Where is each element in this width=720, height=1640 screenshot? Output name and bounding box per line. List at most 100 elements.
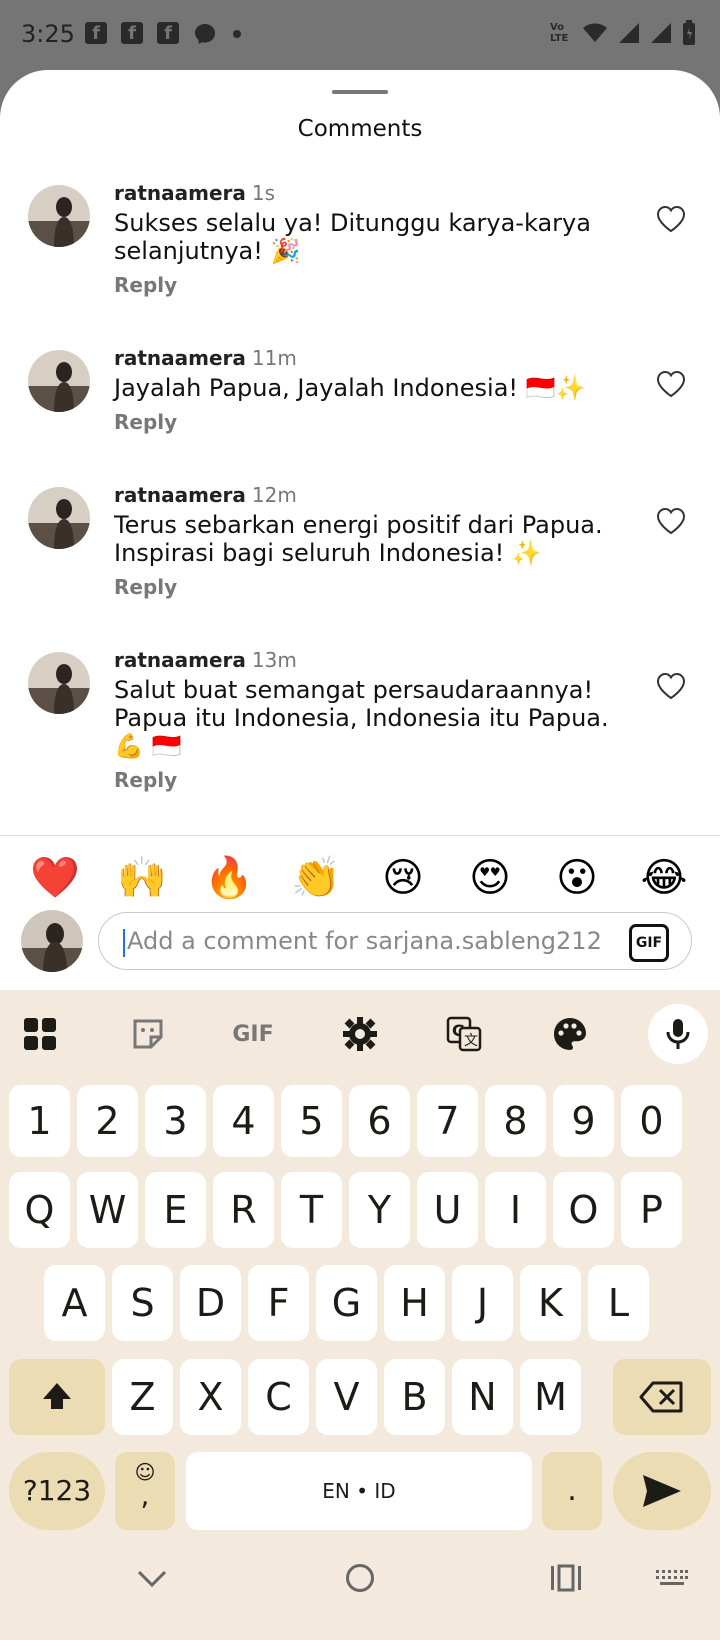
drag-handle[interactable]: [332, 90, 388, 94]
emoji-surprised[interactable]: 😮: [549, 854, 605, 902]
key-c[interactable]: C: [248, 1359, 309, 1435]
avatar[interactable]: [28, 350, 90, 412]
divider: [0, 835, 720, 836]
heart-icon[interactable]: [656, 672, 686, 700]
home-icon[interactable]: [344, 1562, 376, 1594]
send-icon: [643, 1475, 681, 1507]
space-key[interactable]: EN • ID: [186, 1452, 532, 1530]
battery-icon: [683, 20, 695, 45]
reply-button[interactable]: Reply: [114, 575, 177, 599]
comment-username[interactable]: ratnaamera 13m: [114, 648, 297, 672]
key-z[interactable]: Z: [112, 1359, 173, 1435]
key-6[interactable]: 6: [349, 1085, 410, 1157]
backspace-key[interactable]: [613, 1359, 711, 1435]
reply-button[interactable]: Reply: [114, 768, 177, 792]
key-p[interactable]: P: [621, 1172, 682, 1248]
comment-username[interactable]: ratnaamera 12m: [114, 483, 297, 507]
volte-label: Vo LTE: [550, 22, 569, 44]
key-s[interactable]: S: [112, 1265, 173, 1341]
key-o[interactable]: O: [553, 1172, 614, 1248]
key-1[interactable]: 1: [9, 1085, 70, 1157]
status-time: 3:25: [21, 20, 75, 48]
gif-button[interactable]: GIF: [629, 924, 669, 962]
heart-icon[interactable]: [656, 370, 686, 398]
key-a[interactable]: A: [44, 1265, 105, 1341]
signal-icon: [619, 23, 639, 43]
symbols-key[interactable]: ?123: [9, 1452, 105, 1530]
avatar[interactable]: [28, 487, 90, 549]
key-x[interactable]: X: [180, 1359, 241, 1435]
reply-button[interactable]: Reply: [114, 273, 177, 297]
key-b[interactable]: B: [384, 1359, 445, 1435]
key-r[interactable]: R: [213, 1172, 274, 1248]
key-e[interactable]: E: [145, 1172, 206, 1248]
recents-icon[interactable]: [550, 1564, 582, 1592]
key-u[interactable]: U: [417, 1172, 478, 1248]
key-3[interactable]: 3: [145, 1085, 206, 1157]
backspace-icon: [639, 1381, 683, 1413]
key-y[interactable]: Y: [349, 1172, 410, 1248]
comment-username[interactable]: ratnaamera 11m: [114, 346, 297, 370]
heart-icon[interactable]: [656, 507, 686, 535]
apps-grid-button[interactable]: [14, 1008, 66, 1060]
emoji-heart[interactable]: ❤️: [27, 854, 83, 902]
key-g[interactable]: G: [316, 1265, 377, 1341]
facebook-icon: f: [121, 22, 143, 44]
emoji-laughing[interactable]: 😂: [636, 854, 692, 902]
voice-input-button[interactable]: [648, 1004, 708, 1064]
key-q[interactable]: Q: [9, 1172, 70, 1248]
heart-icon[interactable]: [656, 205, 686, 233]
emoji-heart-eyes[interactable]: 😍: [462, 854, 518, 902]
key-m[interactable]: M: [520, 1359, 581, 1435]
translate-icon: G文: [446, 1016, 482, 1052]
comment-username[interactable]: ratnaamera 1s: [114, 181, 275, 205]
key-w[interactable]: W: [77, 1172, 138, 1248]
key-j[interactable]: J: [452, 1265, 513, 1341]
shift-key[interactable]: [9, 1359, 105, 1435]
microphone-icon: [666, 1019, 690, 1049]
text-cursor: [123, 929, 125, 957]
key-2[interactable]: 2: [77, 1085, 138, 1157]
emoji-fire[interactable]: 🔥: [201, 854, 257, 902]
key-8[interactable]: 8: [485, 1085, 546, 1157]
palette-icon: [554, 1018, 586, 1050]
avatar[interactable]: [28, 185, 90, 247]
comment-text: Jayalah Papua, Jayalah Indonesia! 🇮🇩✨: [114, 374, 586, 402]
comment-text: Sukses selalu ya! Ditunggu karya-karya s…: [114, 209, 591, 265]
theme-button[interactable]: [544, 1008, 596, 1060]
comment-text: Terus sebarkan energi positif dari Papua…: [114, 511, 603, 567]
send-key[interactable]: [613, 1452, 711, 1530]
key-5[interactable]: 5: [281, 1085, 342, 1157]
key-k[interactable]: K: [520, 1265, 581, 1341]
key-h[interactable]: H: [384, 1265, 445, 1341]
keyboard-icon[interactable]: [656, 1570, 688, 1588]
emoji-comma-key[interactable]: ☺ ,: [115, 1452, 175, 1530]
key-v[interactable]: V: [316, 1359, 377, 1435]
period-key[interactable]: .: [542, 1452, 602, 1530]
emoji-clap[interactable]: 👏: [288, 854, 344, 902]
key-n[interactable]: N: [452, 1359, 513, 1435]
translate-button[interactable]: G文: [438, 1008, 490, 1060]
key-7[interactable]: 7: [417, 1085, 478, 1157]
key-f[interactable]: F: [248, 1265, 309, 1341]
gif-keyboard-button[interactable]: GIF: [227, 1008, 279, 1060]
facebook-icon: f: [85, 22, 107, 44]
settings-button[interactable]: [334, 1008, 386, 1060]
key-d[interactable]: D: [180, 1265, 241, 1341]
key-i[interactable]: I: [485, 1172, 546, 1248]
key-9[interactable]: 9: [553, 1085, 614, 1157]
emoji-crying[interactable]: 😢: [375, 854, 431, 902]
key-0[interactable]: 0: [621, 1085, 682, 1157]
comment-input[interactable]: Add a comment for sarjana.sableng212 GIF: [98, 912, 692, 970]
key-4[interactable]: 4: [213, 1085, 274, 1157]
facebook-icon: f: [157, 22, 179, 44]
avatar[interactable]: [28, 652, 90, 714]
system-status-icons: Vo LTE: [550, 20, 696, 46]
key-l[interactable]: L: [588, 1265, 649, 1341]
chevron-down-icon[interactable]: [136, 1568, 168, 1590]
reply-button[interactable]: Reply: [114, 410, 177, 434]
emoji-raising-hands[interactable]: 🙌: [114, 854, 170, 902]
sticker-button[interactable]: [122, 1008, 174, 1060]
user-avatar: [21, 910, 83, 972]
key-t[interactable]: T: [281, 1172, 342, 1248]
